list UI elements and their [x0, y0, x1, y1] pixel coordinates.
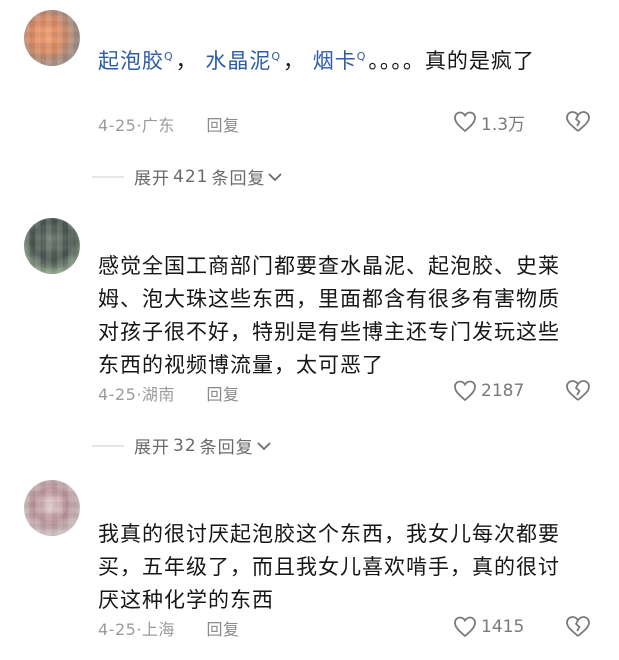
- avatar[interactable]: [24, 218, 80, 274]
- keyword-link[interactable]: 烟卡Q: [313, 49, 369, 73]
- avatar[interactable]: [24, 480, 80, 536]
- comment-meta: 4-25·广东 回复: [98, 116, 240, 135]
- comment-date: 4-25: [98, 116, 137, 135]
- broken-heart-icon[interactable]: [565, 110, 591, 134]
- expand-replies-button[interactable]: 展开 32 条回复: [92, 433, 272, 458]
- heart-outline-icon: [454, 616, 476, 638]
- like-button[interactable]: 1.3万: [453, 110, 526, 135]
- reply-button[interactable]: 回复: [207, 620, 240, 639]
- search-icon: Q: [271, 50, 282, 63]
- comment-date: 4-25: [98, 385, 137, 404]
- heart-outline-icon: [454, 111, 476, 133]
- keyword-link[interactable]: 水晶泥Q: [205, 49, 283, 73]
- chevron-down-icon: [268, 172, 283, 181]
- broken-heart-icon[interactable]: [565, 615, 591, 639]
- divider-line: [92, 175, 124, 178]
- avatar[interactable]: [24, 10, 80, 66]
- like-count: 1415: [481, 617, 525, 637]
- search-icon: Q: [164, 50, 174, 63]
- divider-line: [92, 444, 124, 447]
- comment-date: 4-25: [98, 620, 137, 639]
- comment-location: 广东: [141, 116, 175, 135]
- keyword-link[interactable]: 起泡胶Q: [98, 49, 176, 73]
- comment-location: 湖南: [141, 385, 175, 404]
- comment-text: 感觉全国工商部门都要查水晶泥、起泡胶、史莱姆、泡大珠这些东西，里面都含有很多有害…: [98, 254, 560, 377]
- reply-button[interactable]: 回复: [207, 116, 240, 135]
- comment-location: 上海: [141, 620, 175, 639]
- reply-button[interactable]: 回复: [207, 385, 240, 404]
- like-count: 2187: [481, 381, 525, 401]
- expand-replies-button[interactable]: 展开 421 条回复: [92, 164, 283, 189]
- comment-text: 我真的很讨厌起泡胶这个东西，我女儿每次都要买，五年级了，而且我女儿喜欢啃手，真的…: [98, 522, 560, 612]
- like-button[interactable]: 2187: [453, 379, 524, 403]
- like-count: 1.3万: [481, 114, 526, 135]
- search-icon: Q: [356, 50, 367, 63]
- like-button[interactable]: 1415: [453, 615, 524, 639]
- comment-meta: 4-25·上海 回复: [98, 620, 240, 639]
- chevron-down-icon: [257, 441, 271, 450]
- broken-heart-icon[interactable]: [565, 379, 591, 403]
- heart-outline-icon: [454, 380, 476, 402]
- comment-text: 起泡胶Q， 水晶泥Q， 烟卡Q。。。。真的是疯了: [98, 49, 535, 73]
- comment-meta: 4-25·湖南 回复: [98, 385, 240, 404]
